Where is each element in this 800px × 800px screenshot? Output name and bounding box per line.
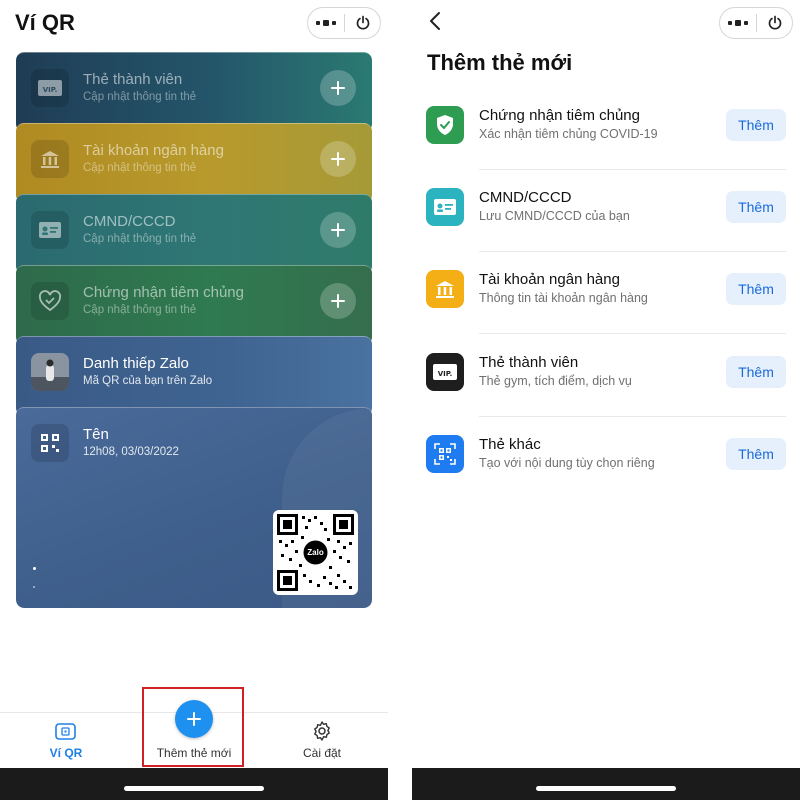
id-card-icon	[31, 211, 69, 249]
nav-wallet[interactable]: Ví QR	[38, 713, 94, 769]
power-icon[interactable]	[345, 8, 380, 38]
card-vaccination[interactable]: Chứng nhận tiêm chủng Cập nhật thông tin…	[16, 265, 372, 345]
bank-icon	[31, 140, 69, 178]
mini-app-capsule	[307, 7, 381, 39]
more-menu-button[interactable]	[720, 8, 756, 38]
item-title: CMND/CCCD	[479, 189, 572, 206]
svg-text:VIP.: VIP.	[438, 370, 453, 378]
list-item-other[interactable]: Thẻ khác Tạo với nội dung tùy chọn riêng…	[412, 417, 800, 499]
card-title: Danh thiếp Zalo	[83, 355, 189, 372]
card-subtitle: Cập nhật thông tin thẻ	[83, 233, 197, 245]
list-item-membership[interactable]: VIP. Thẻ thành viên Thẻ gym, tích điểm, …	[412, 335, 800, 417]
list-item-vaccination[interactable]: Chứng nhận tiêm chủng Xác nhận tiêm chủn…	[412, 88, 800, 170]
item-subtitle: Xác nhận tiêm chủng COVID-19	[479, 127, 658, 141]
svg-text:VIP.: VIP.	[43, 86, 58, 94]
card-subtitle: Cập nhật thông tin thẻ	[83, 91, 197, 103]
item-title: Thẻ khác	[479, 436, 541, 453]
power-icon[interactable]	[757, 8, 792, 38]
more-menu-button[interactable]	[308, 8, 344, 38]
home-indicator[interactable]	[536, 786, 676, 791]
shield-check-icon	[426, 106, 464, 144]
nav-settings-label: Cài đặt	[302, 746, 342, 760]
item-subtitle: Thẻ gym, tích điểm, dịch vụ	[479, 374, 632, 388]
highlight-box	[142, 687, 244, 767]
add-card-button[interactable]	[320, 70, 356, 106]
item-title: Chứng nhận tiêm chủng	[479, 107, 640, 124]
item-title: Thẻ thành viên	[479, 354, 579, 371]
bank-icon	[426, 270, 464, 308]
card-zalo-business[interactable]: Danh thiếp Zalo Mã QR của bạn trên Zalo	[16, 336, 372, 416]
nav-settings[interactable]: Cài đặt	[294, 713, 350, 769]
card-subtitle: Cập nhật thông tin thẻ	[83, 304, 197, 316]
card-title: Tên	[83, 426, 109, 443]
gear-icon	[314, 721, 330, 741]
list-item-bank-account[interactable]: Tài khoản ngân hàng Thông tin tài khoản …	[412, 252, 800, 334]
mini-app-capsule	[719, 7, 793, 39]
qr-code[interactable]: Zalo	[273, 510, 358, 595]
card-subtitle: 12h08, 03/03/2022	[83, 446, 179, 458]
add-button[interactable]: Thêm	[726, 109, 786, 141]
back-button[interactable]	[424, 8, 446, 34]
card-membership[interactable]: VIP. Thẻ thành viên Cập nhật thông tin t…	[16, 52, 372, 132]
wallet-icon	[55, 723, 76, 740]
item-subtitle: Tạo với nội dung tùy chọn riêng	[479, 456, 655, 470]
qr-icon	[31, 424, 69, 462]
add-card-button[interactable]	[320, 283, 356, 319]
add-button[interactable]: Thêm	[726, 273, 786, 305]
page-dot	[33, 586, 35, 588]
add-card-button[interactable]	[320, 141, 356, 177]
qr-scan-icon	[426, 435, 464, 473]
card-stack: VIP. Thẻ thành viên Cập nhật thông tin t…	[16, 52, 372, 608]
item-subtitle: Thông tin tài khoản ngân hàng	[479, 291, 648, 305]
item-subtitle: Lưu CMND/CCCD của bạn	[479, 209, 630, 223]
home-bar	[0, 768, 388, 800]
list-item-id-card[interactable]: CMND/CCCD Lưu CMND/CCCD của bạn Thêm	[412, 170, 800, 252]
card-bank-account[interactable]: Tài khoản ngân hàng Cập nhật thông tin t…	[16, 123, 372, 203]
vip-card-icon: VIP.	[426, 353, 464, 391]
card-id[interactable]: CMND/CCCD Cập nhật thông tin thẻ	[16, 194, 372, 274]
qr-logo-text: Zalo	[307, 548, 324, 557]
app-title: Ví QR	[15, 10, 75, 35]
card-title: Tài khoản ngân hàng	[83, 142, 224, 159]
add-button[interactable]: Thêm	[726, 438, 786, 470]
add-card-screen: Thêm thẻ mới Chứng nhận tiêm chủng Xác n…	[412, 0, 800, 800]
home-bar	[412, 768, 800, 800]
add-button[interactable]: Thêm	[726, 191, 786, 223]
avatar	[31, 353, 69, 391]
card-title: CMND/CCCD	[83, 213, 176, 230]
heart-shield-icon	[31, 282, 69, 320]
home-indicator[interactable]	[124, 786, 264, 791]
item-title: Tài khoản ngân hàng	[479, 271, 620, 288]
card-custom-qr[interactable]: Tên 12h08, 03/03/2022 Zalo	[16, 407, 372, 608]
add-card-button[interactable]	[320, 212, 356, 248]
page-title: Thêm thẻ mới	[427, 50, 573, 75]
id-card-icon	[426, 188, 464, 226]
wallet-screen: Ví QR VIP. Thẻ thành viên Cập nhật thông…	[0, 0, 388, 800]
card-subtitle: Cập nhật thông tin thẻ	[83, 162, 197, 174]
card-subtitle: Mã QR của bạn trên Zalo	[83, 375, 213, 387]
nav-wallet-label: Ví QR	[49, 746, 83, 760]
card-title: Thẻ thành viên	[83, 71, 183, 88]
add-button[interactable]: Thêm	[726, 356, 786, 388]
chevron-left-icon	[430, 12, 440, 30]
card-title: Chứng nhận tiêm chủng	[83, 284, 244, 301]
page-dot	[33, 567, 36, 570]
vip-card-icon: VIP.	[31, 69, 69, 107]
